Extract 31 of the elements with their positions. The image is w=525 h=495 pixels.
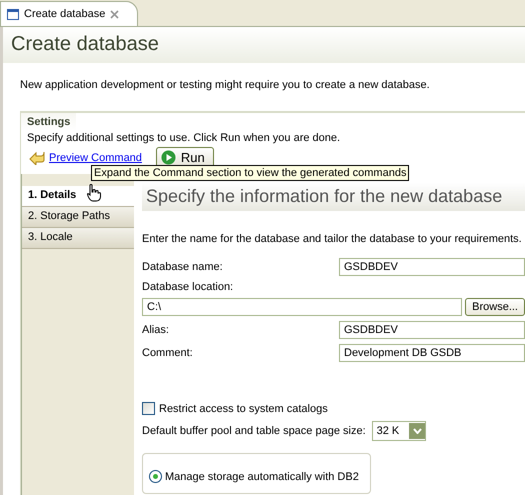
- nav-tab[interactable]: 2. Storage Paths: [22, 207, 134, 228]
- checkbox-label: Restrict access to system catalogs: [159, 402, 328, 414]
- field-label: Database location:: [142, 281, 234, 293]
- radio-button[interactable]: [149, 470, 162, 483]
- checkbox[interactable]: [142, 402, 155, 415]
- nav-tab[interactable]: 1. Details: [22, 186, 134, 207]
- radio-option[interactable]: Manage storage automatically with DB2: [149, 470, 364, 483]
- editor-tab[interactable]: Create database: [0, 1, 138, 26]
- nav-tab[interactable]: 3. Locale: [22, 228, 134, 249]
- field-label: Default buffer pool and table space page size:: [142, 425, 366, 437]
- page-size-dropdown[interactable]: 32 K: [372, 421, 426, 441]
- tooltip: Expand the Command section to view the generated commands: [91, 165, 410, 181]
- play-icon: [160, 150, 176, 165]
- browse-button[interactable]: Browse...: [465, 298, 525, 316]
- text-field[interactable]: GSDBDEV: [339, 258, 525, 276]
- arrow-icon: [29, 150, 45, 164]
- page-description: New application development or testing might require you to create a new database.: [19, 78, 431, 91]
- window-icon: [7, 8, 19, 20]
- details-description: Enter the name for the database and tailor the database to your requirements.: [142, 232, 523, 245]
- close-icon[interactable]: [110, 10, 120, 18]
- text-field[interactable]: C:\: [142, 298, 462, 316]
- section-description: Specify additional settings to use. Click Run when you are done.: [26, 131, 342, 144]
- field-label: Database name:: [142, 261, 224, 273]
- text-field[interactable]: GSDBDEV: [339, 321, 525, 339]
- hand-cursor-icon: [87, 184, 101, 202]
- section-heading: Specify the information for the new database: [142, 182, 525, 211]
- preview-command-link[interactable]: Preview Command: [49, 152, 142, 164]
- chevron-down-icon: [412, 428, 422, 434]
- field-label: Comment:: [142, 347, 194, 359]
- text-field[interactable]: Development DB GSDB: [339, 344, 525, 362]
- field-label: Alias:: [142, 324, 170, 336]
